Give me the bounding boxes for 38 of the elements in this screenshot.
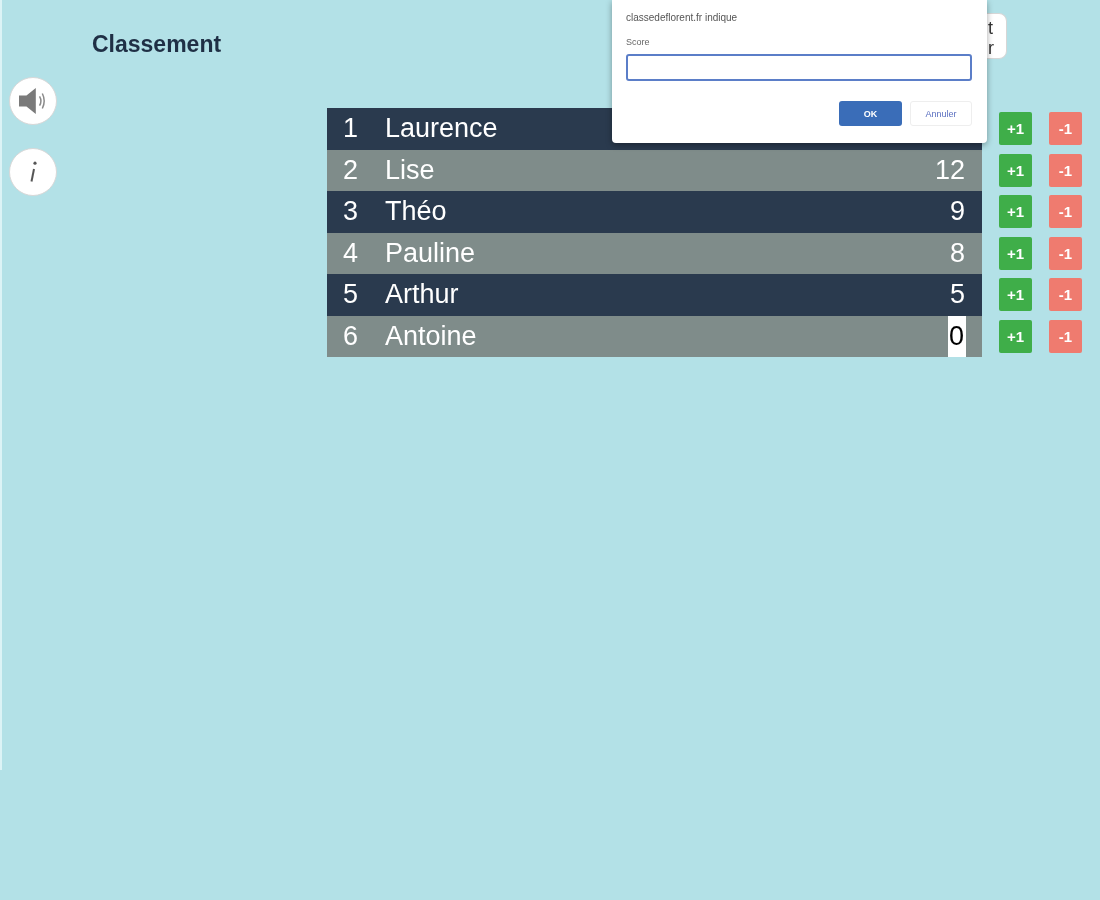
plus-one-button[interactable]: +1 [999, 319, 1032, 353]
rank-number: 2 [342, 154, 360, 186]
sound-button[interactable] [9, 77, 57, 125]
field-label: Score [626, 36, 650, 48]
player-name: Arthur [385, 279, 459, 311]
minus-one-button[interactable]: -1 [1049, 278, 1082, 312]
minus-one-button[interactable]: -1 [1049, 195, 1082, 229]
rank-number: 3 [342, 196, 360, 228]
cancel-button[interactable]: Annuler [910, 101, 972, 126]
player-name: Théo [385, 196, 447, 228]
player-score: 12 [933, 153, 966, 187]
plus-one-button[interactable]: +1 [999, 278, 1032, 312]
minus-one-button[interactable]: -1 [1049, 153, 1082, 187]
rank-number: 6 [342, 320, 360, 352]
dialog-origin: classedeflorent.fr indique [626, 11, 738, 24]
player-score: 8 [948, 236, 966, 270]
rank-number: 4 [342, 237, 360, 269]
player-name: Antoine [385, 320, 477, 352]
player-name: Lise [385, 154, 435, 186]
score-input[interactable] [626, 54, 972, 81]
player-score: 5 [948, 278, 966, 312]
partial-button[interactable]: t r [987, 13, 1007, 59]
player-name: Laurence [385, 113, 498, 145]
info-icon [29, 161, 37, 183]
player-score: 9 [948, 195, 966, 229]
minus-one-button[interactable]: -1 [1049, 236, 1082, 270]
plus-one-button[interactable]: +1 [999, 195, 1032, 229]
player-name: Pauline [385, 237, 476, 269]
rank-number: 5 [342, 279, 360, 311]
plus-one-button[interactable]: +1 [999, 153, 1032, 187]
plus-one-button[interactable]: +1 [999, 112, 1032, 146]
minus-one-button[interactable]: -1 [1049, 319, 1082, 353]
minus-one-button[interactable]: -1 [1049, 112, 1082, 146]
plus-one-button[interactable]: +1 [999, 236, 1032, 270]
ok-button[interactable]: OK [839, 101, 902, 126]
score-field[interactable]: 0 [948, 315, 966, 357]
page-title: Classement [92, 31, 222, 57]
rank-number: 1 [342, 113, 360, 145]
